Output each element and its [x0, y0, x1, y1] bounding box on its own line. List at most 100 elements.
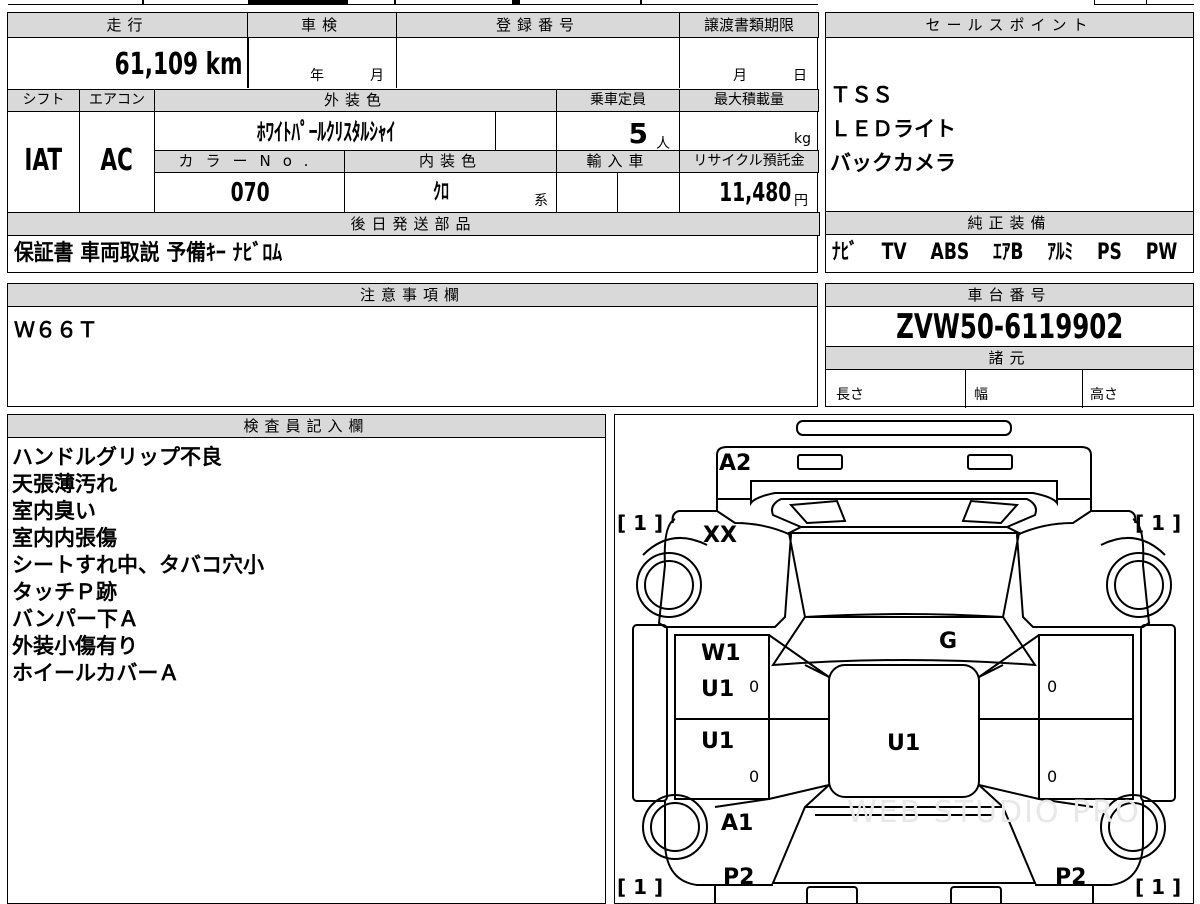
shift-header: シフト	[7, 89, 80, 112]
inspector-panel: 検査員記入欄 ハンドルグリップ不良 天張薄汚れ 室内臭い 室内内張傷 シートすれ…	[7, 414, 606, 904]
genuine-equipment-panel: 純正装備 ﾅﾋﾞ TV ABS ｴｱB ｱﾙﾐ PS PW	[825, 211, 1194, 273]
inspector-line-8: 外装小傷有り	[12, 634, 138, 658]
capacity-header: 乗車定員	[556, 89, 680, 112]
notes-value: Ｗ６６Ｔ	[14, 318, 98, 342]
windshield-shape	[787, 532, 1021, 618]
interior-color-value: ｸﾛ	[433, 180, 449, 205]
max-load-unit: kg	[794, 131, 811, 147]
max-load-header: 最大積載量	[679, 89, 819, 112]
inspector-line-9: ホイールカバーＡ	[12, 661, 180, 685]
equip-airbag: ｴｱB	[993, 240, 1024, 265]
chassis-header: 車台番号	[825, 283, 1194, 307]
inspector-line-4: 室内内張傷	[12, 526, 117, 550]
tire-front-left-inner	[644, 560, 694, 610]
ac-header: エアコン	[79, 89, 155, 112]
mark-w1: W1	[701, 641, 741, 666]
inspector-line-5: シートすれ中、タバコ穴小	[12, 553, 264, 577]
genuine-equipment-list: ﾅﾋﾞ TV ABS ｴｱB ｱﾙﾐ PS PW	[832, 237, 1192, 269]
ac-value: AC	[100, 143, 134, 178]
front-bumper-shape	[796, 420, 1012, 436]
tire-count-front-left: [ 1 ]	[617, 511, 664, 535]
spec-header: 諸元	[825, 346, 1194, 370]
sill-right-shape	[1140, 624, 1176, 802]
inspector-line-6: タッチＰ跡	[12, 580, 117, 604]
mileage-header: 走行	[7, 12, 248, 38]
capacity-value: 5	[628, 117, 648, 150]
sales-point-2: ＬＥＤライト	[830, 117, 956, 141]
mark-g: G	[939, 629, 958, 654]
genuine-equipment-header: 純正装備	[825, 211, 1194, 235]
shaken-header: 車検	[247, 12, 397, 38]
mark-p2-left: P2	[723, 865, 755, 890]
tire-count-rear-left: [ 1 ]	[617, 875, 664, 899]
height-label: 高さ	[1090, 387, 1118, 403]
sales-points-panel: セールスポイント ＴＳＳ ＬＥＤライト バックカメラ	[825, 12, 1194, 212]
recycle-header: リサイクル預託金	[679, 150, 819, 173]
tire-front-right-inner	[1114, 560, 1164, 610]
tire-rear-left-outer	[642, 794, 708, 860]
mark-p2-right: P2	[1055, 865, 1087, 890]
mark-a1: A1	[721, 811, 754, 836]
sales-point-1: ＴＳＳ	[830, 83, 893, 107]
interior-color-header: 内装色	[344, 150, 557, 173]
shift-value: IAT	[24, 143, 63, 178]
tire-count-rear-right: [ 1 ]	[1135, 875, 1182, 899]
color-no-header: カラーNo.	[154, 150, 345, 173]
length-label: 長さ	[836, 387, 864, 403]
later-parts-header: 後日発送部品	[7, 212, 820, 236]
mark-zero-3: 0	[749, 767, 760, 786]
top-clipped-strip	[0, 0, 1200, 9]
exterior-color-header: 外装色	[154, 89, 557, 112]
mark-u1-rear-left: U1	[701, 729, 735, 754]
later-parts-value: 保証書 車両取説 予備ｷｰ ﾅﾋﾞﾛﾑ	[14, 241, 283, 266]
inspector-line-2: 天張薄汚れ	[12, 472, 117, 496]
mark-zero-2: 0	[1047, 677, 1058, 696]
equip-alloy: ｱﾙﾐ	[1047, 240, 1074, 265]
chassis-number: ZVW50-6119902	[895, 307, 1124, 347]
mark-a2: A2	[719, 451, 752, 476]
equip-navi: ﾅﾋﾞ	[832, 240, 858, 265]
recycle-unit: 円	[794, 193, 808, 209]
transfer-day: 日	[793, 68, 807, 84]
notes-header: 注意事項欄	[7, 283, 818, 307]
watermark: WEB STUDIO PRO	[847, 795, 1141, 830]
headlight-right-shape	[967, 454, 1013, 470]
sill-left-shape	[632, 624, 668, 802]
exterior-color-value: ﾎﾜｲﾄﾊﾟｰﾙｸﾘｽﾀﾙｼｬｲ	[256, 118, 396, 146]
shaken-year: 年	[310, 68, 324, 84]
inspector-line-7: バンパー下Ａ	[12, 607, 140, 631]
headlight-left-shape	[797, 454, 843, 470]
color-no-value: 070	[230, 178, 270, 208]
mark-zero-1: 0	[749, 677, 760, 696]
mileage-value: 61,109 km	[114, 47, 242, 82]
registration-header: 登録番号	[396, 12, 680, 38]
transfer-deadline-header: 譲渡書類期限	[679, 12, 819, 38]
equip-ps: PS	[1096, 240, 1122, 265]
tire-front-left-outer	[636, 552, 702, 618]
roof-front-shape	[771, 613, 1037, 667]
equip-pw: PW	[1145, 240, 1178, 265]
inspector-line-1: ハンドルグリップ不良	[12, 445, 222, 469]
sales-point-3: バックカメラ	[830, 151, 956, 175]
car-damage-diagram: WEB STUDIO PRO A2 XX G W1 U1 0 0 U1 U1 0…	[614, 414, 1194, 904]
mark-xx: XX	[703, 523, 737, 548]
equip-tv: TV	[881, 240, 907, 265]
recycle-value: 11,480	[718, 178, 791, 208]
equip-abs: ABS	[930, 240, 970, 265]
chassis-panel: 車台番号 ZVW50-6119902 諸元 長さ 幅 高さ	[825, 283, 1194, 408]
notes-panel: 注意事項欄 Ｗ６６Ｔ	[7, 283, 818, 407]
sales-points-header: セールスポイント	[825, 12, 1194, 38]
transfer-month: 月	[733, 68, 747, 84]
mark-u1-center: U1	[887, 731, 921, 756]
front-grille-shape	[716, 446, 1092, 500]
tire-count-front-right: [ 1 ]	[1135, 511, 1182, 535]
vehicle-info-table: 走行 車検 登録番号 譲渡書類期限 61,109 km 年 月 月 日 シフト …	[7, 12, 820, 273]
interior-color-suffix: 系	[534, 193, 548, 209]
mark-zero-4: 0	[1047, 767, 1058, 786]
width-label: 幅	[974, 387, 988, 403]
shaken-month: 月	[370, 68, 384, 84]
mark-u1-front-left: U1	[701, 677, 735, 702]
door-rear-right-shape	[1038, 718, 1134, 800]
tire-rear-left-inner	[650, 802, 700, 852]
tire-front-right-outer	[1106, 552, 1172, 618]
